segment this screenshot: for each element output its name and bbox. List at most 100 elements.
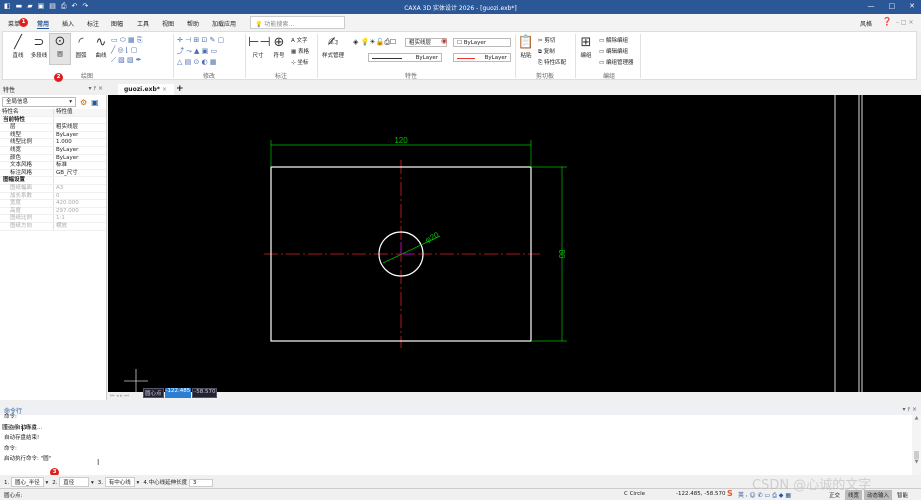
property-value[interactable]: ByLayer [54,147,78,154]
property-row[interactable]: 加长系数 0 [0,192,106,201]
property-value[interactable]: ByLayer [54,132,78,139]
tab-insert[interactable]: 插入 [62,19,74,28]
property-row[interactable]: 宽度 420.000 [0,200,106,208]
property-row[interactable]: 线宽 ByLayer [0,146,106,155]
cut-tool[interactable]: ✂ 剪切 [538,38,555,44]
text-tool[interactable]: A 文字 [291,38,308,44]
paste-tool[interactable]: 📋 粘贴 [517,35,535,59]
command-option[interactable]: 2. 直径 ▾ [52,477,94,487]
match-tool[interactable]: ⎘ 特性匹配 [538,60,566,66]
tool-label: 粘贴 [520,53,532,59]
property-row[interactable]: 图纸比例 1:1 [0,215,106,223]
drawing-canvas[interactable]: 120 80 φ20 [108,95,921,392]
command-option[interactable]: 4.中心线延伸长度 3 [143,478,213,487]
tool-label: 尺寸 [252,53,264,59]
circle-tool[interactable]: ⊙ 圆 [49,33,71,65]
command-option[interactable]: 3. 有中心线 ▾ [98,477,139,487]
group-manager-tool[interactable]: ▭ 编组管理器 [599,60,633,66]
ribbon-window-controls[interactable]: – □ × [896,19,914,26]
divider [173,34,174,78]
option-value[interactable]: 有中心线 [104,477,135,487]
line-tool[interactable]: ╱ 直线 [7,35,29,59]
curve-tool[interactable]: ∿ 曲线 [91,35,111,59]
group-tool[interactable]: ⊞ 编组 [577,35,595,59]
close-tab-icon[interactable]: × [162,86,167,93]
dimension-icon: ⊢⊣ [248,35,271,50]
divider [575,34,576,78]
tab-view[interactable]: 视图 [162,19,174,28]
table-tool[interactable]: ▦ 表格 [291,49,309,55]
quick-select-icon[interactable]: ⚙ [80,98,87,107]
modify-tools[interactable]: ✛ ⊣ ⊞ ⊡ ✎ ▢ ⤴ ⤳ ▲ ▣ ▭ △ ▤ ⊙ ◐ ▦ [177,35,224,68]
command-input[interactable]: 25.0 [22,424,37,431]
copy-tool[interactable]: ⧉ 复制 [538,49,555,55]
scope-value: 全局信息 [6,99,29,105]
grip-arrows[interactable] [400,242,413,255]
restore-button[interactable]: □ [889,2,896,10]
arc-tool[interactable]: ◜ 圆弧 [71,35,91,59]
draw-group-label: 绘图 [81,73,94,80]
property-section[interactable]: 图幅设置 [0,177,106,185]
edit-group-tool[interactable]: ▭ 编辑编组 [599,49,628,55]
property-value[interactable]: GB_尺寸 [54,170,78,177]
tab-help[interactable]: 帮助 [187,19,199,28]
document-tab[interactable]: guozi.exb* × [118,84,174,95]
draw-small-tools[interactable]: ▭ ⬭ ▦ ⎘ ╱ ◎ ⌊ ▢ ⟋ ▧ ▨ ✒ [111,35,142,65]
style-menu[interactable]: 风格 [860,19,872,28]
symbol-tool[interactable]: ⊕ 符号 [269,35,289,59]
status-mode-toggle[interactable]: 智能 [894,490,912,500]
linetype-select[interactable]: ByLayer [368,53,442,62]
panel-controls[interactable]: ▾ ⫯ × [89,85,103,93]
property-row[interactable]: 线型比例 1.000 [0,139,106,147]
layer-state-icons[interactable]: ◈ 💡☀🔓⎙☐ [353,38,396,47]
tab-common[interactable]: 常用 [37,19,50,29]
option-value[interactable]: 3 [188,478,213,487]
status-coords: -122.485, -58.570 [676,491,726,497]
command-option[interactable]: 1. 圆心_半径 ▾ [4,477,48,487]
property-value: 420.000 [56,200,79,207]
style-manager-tool[interactable]: ✍ 样式管理 [319,35,347,59]
option-value[interactable]: 直径 [59,477,90,487]
dimension-tool[interactable]: ⊢⊣ 尺寸 [248,35,271,59]
polyline-tool[interactable]: ⊃ 多段线 [27,35,51,59]
command-scrollbar[interactable]: ▲ ▼ [912,415,921,475]
property-row[interactable]: 图纸幅面 A3 [0,184,106,193]
divider [317,34,318,78]
ungroup-tool[interactable]: ▭ 解除编组 [599,38,628,44]
property-value[interactable]: 1.000 [54,139,72,146]
lineweight-select[interactable]: ByLayer [453,53,511,62]
tab-addins[interactable]: 加载应用 [212,19,236,28]
option-value[interactable]: 圆心_半径 [11,477,44,487]
option-label: 1. [4,480,10,486]
symbol-icon: ⊕ [273,35,285,50]
match-label: 特性匹配 [544,60,567,66]
overlay-x-input[interactable]: -122.485 [164,388,192,398]
sheet-nav-buttons[interactable]: ⏮ ◂ ▸ ⏭ [110,393,129,399]
function-search-input[interactable]: 💡 功能搜索... [250,16,345,29]
close-button[interactable]: ✕ [909,2,915,10]
help-icon[interactable]: ❓ [882,17,892,26]
select-objects-icon[interactable]: ▣ [91,98,99,107]
add-tab-button[interactable]: + [176,84,184,94]
property-value[interactable]: 标准 [54,162,67,169]
overlay-y-input[interactable]: -58.570 [192,388,218,398]
color-wheel-icon[interactable]: ◉ [441,37,447,45]
title-bar: ◧ ▬ ▰ ▣ ▤ ⎙ ↶ ↷ CAXA 3D 实体设计 2026 - [guozi.exb*… [0,0,921,14]
property-value[interactable]: ByLayer [54,155,78,162]
ime-icon[interactable]: S [727,489,733,498]
minimize-button[interactable]: — [868,2,875,10]
property-row[interactable]: 图纸方向 横放 [0,222,106,231]
tab-sheet[interactable]: 图幅 [111,19,123,28]
property-name: 层 [0,124,54,131]
scope-select[interactable]: 全局信息 ▾ [2,97,76,107]
color-select[interactable]: ☐ ByLayer [453,38,511,47]
tab-annotate[interactable]: 标注 [87,19,99,28]
edit-group-label: 编辑编组 [605,49,628,55]
property-value: 0 [56,192,60,199]
tab-tools[interactable]: 工具 [137,19,149,28]
property-row[interactable]: 层粗实线层 [0,124,106,132]
property-value[interactable]: 粗实线层 [54,124,78,131]
coordinate-tool[interactable]: ⊹ 坐标 [291,60,308,66]
lightbulb-icon: 💡 [255,21,263,28]
property-row[interactable]: 文本风格 标准 [0,162,106,170]
